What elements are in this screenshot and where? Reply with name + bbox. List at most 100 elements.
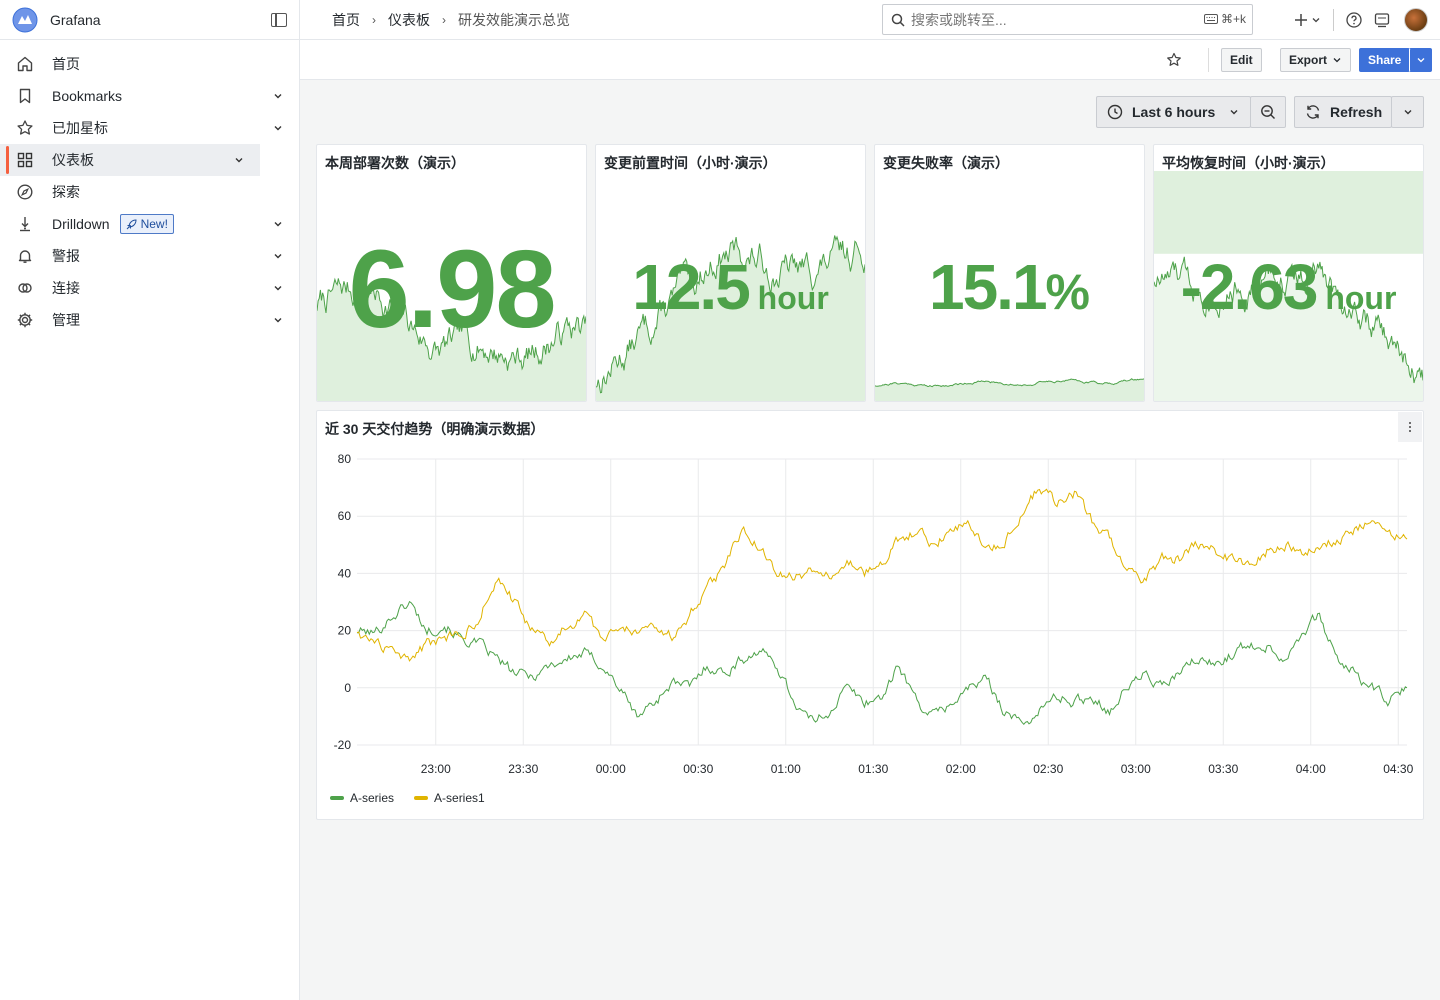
- question-circle-icon: [1346, 12, 1362, 28]
- stat-number: 12.5: [632, 251, 751, 323]
- x-tick-label: 04:00: [1296, 762, 1326, 776]
- legend-swatch: [414, 796, 429, 800]
- sparkline-area: [875, 378, 1144, 401]
- stat-panel[interactable]: 变更失败率（演示） 15.1%: [874, 144, 1145, 402]
- y-tick-label: 80: [338, 452, 352, 466]
- apps-icon: [16, 151, 34, 169]
- sync-icon: [1306, 105, 1320, 119]
- share-button[interactable]: Share: [1359, 48, 1411, 72]
- stat-value: 15.1%: [875, 255, 1144, 324]
- timeseries-panel[interactable]: 近 30 天交付趋势（明确演示数据） -20 0 20 40 60 80 23:00 23:3…: [316, 410, 1424, 820]
- panel-menu-icon[interactable]: [1398, 412, 1422, 442]
- panel-title: 近 30 天交付趋势（明确演示数据）: [325, 421, 545, 437]
- export-button[interactable]: Export: [1280, 48, 1352, 72]
- chevron-down-icon[interactable]: [273, 123, 283, 133]
- sidebar-item-cog[interactable]: 管理: [0, 304, 299, 336]
- user-avatar[interactable]: [1404, 8, 1428, 32]
- panel-title: 本周部署次数（演示）: [325, 155, 465, 171]
- chevron-down-icon: [1417, 58, 1424, 63]
- stat-panel[interactable]: 本周部署次数（演示） 6.98: [316, 144, 587, 402]
- x-tick-label: 23:30: [508, 762, 538, 776]
- clock-icon: [1107, 104, 1123, 120]
- sidebar-item-apps[interactable]: 仪表板: [0, 144, 260, 176]
- x-tick-label: 01:30: [858, 762, 888, 776]
- sidebar-item-bell[interactable]: 警报: [0, 240, 299, 272]
- breadcrumb: 首页 › 仪表板 › 研发效能演示总览: [300, 10, 570, 30]
- sidebar-item-compass[interactable]: 探索: [0, 176, 299, 208]
- sidebar-item-label: 警报: [52, 248, 80, 264]
- sidebar-item-label: Drilldown: [52, 216, 110, 232]
- x-tick-label: 02:00: [946, 762, 976, 776]
- zoom-out-button[interactable]: [1250, 96, 1286, 128]
- x-tick-label: 00:30: [683, 762, 713, 776]
- stat-unit: hour: [748, 280, 829, 316]
- sidebar-item-label: 管理: [52, 312, 80, 328]
- compass-icon: [16, 183, 34, 201]
- chevron-down-icon[interactable]: [273, 315, 283, 325]
- home-icon: [16, 55, 34, 73]
- sidebar-nav: 首页 Bookmarks 已加星标 仪表板探索 Drilldown New! 警报连接管理: [0, 40, 299, 336]
- chevron-down-icon[interactable]: [234, 155, 244, 165]
- sidebar-item-drilldown[interactable]: Drilldown New!: [0, 208, 299, 240]
- x-tick-label: 03:30: [1208, 762, 1238, 776]
- share-dropdown-button[interactable]: [1409, 48, 1432, 72]
- refresh-label: Refresh: [1330, 104, 1383, 120]
- stat-panel[interactable]: 平均恢复时间（小时·演示） -2.63 hour: [1153, 144, 1424, 402]
- plus-icon: [1295, 14, 1307, 26]
- legend-item[interactable]: A-series1: [414, 791, 485, 805]
- bell-icon: [16, 247, 34, 265]
- refresh-interval-button[interactable]: [1391, 96, 1424, 128]
- y-tick-label: 60: [338, 509, 352, 523]
- sidebar-item-link[interactable]: 连接: [0, 272, 299, 304]
- star-icon: [1167, 52, 1181, 66]
- star-button[interactable]: [1166, 52, 1182, 71]
- topbar-actions: [1288, 0, 1440, 40]
- legend-label: A-series: [350, 791, 395, 805]
- panel-title: 平均恢复时间（小时·演示）: [1162, 155, 1335, 171]
- sidebar-item-star[interactable]: 已加星标: [0, 112, 299, 144]
- time-range-label: Last 6 hours: [1132, 104, 1216, 120]
- chevron-down-icon[interactable]: [273, 91, 283, 101]
- breadcrumb-home[interactable]: 首页: [332, 10, 360, 30]
- time-range-picker[interactable]: Last 6 hours: [1096, 96, 1251, 128]
- chevron-down-icon[interactable]: [273, 283, 283, 293]
- sidebar-item-label: 探索: [52, 184, 80, 200]
- dock-menu-icon[interactable]: [271, 12, 287, 27]
- news-button[interactable]: [1368, 6, 1396, 34]
- chevron-down-icon[interactable]: [273, 251, 283, 261]
- stat-number: 15.1: [928, 251, 1048, 323]
- timeseries-chart[interactable]: -20 0 20 40 60 80 23:00 23:30 00:00 00:30 01:00 01:…: [317, 441, 1424, 811]
- stat-number: -2.63: [1180, 251, 1319, 323]
- sparkline-threshold-fill: [1154, 171, 1423, 254]
- legend-item[interactable]: A-series: [330, 791, 394, 805]
- chevron-right-icon: ›: [372, 12, 376, 27]
- sidebar-item-home[interactable]: 首页: [0, 48, 299, 80]
- new-button[interactable]: [1288, 6, 1327, 34]
- rocket-icon: [126, 218, 137, 229]
- y-tick-label: 20: [338, 624, 352, 638]
- stat-unit: %: [1045, 264, 1091, 320]
- search-input[interactable]: 搜索或跳转至... ⌘+k: [882, 4, 1253, 35]
- help-button[interactable]: [1340, 6, 1368, 34]
- chevron-down-icon[interactable]: [273, 219, 283, 229]
- x-tick-label: 23:00: [421, 762, 451, 776]
- bookmark-icon: [16, 87, 34, 105]
- divider: [1208, 48, 1209, 72]
- chevron-down-icon: [1230, 110, 1238, 115]
- sidebar-item-label: 连接: [52, 280, 80, 296]
- grafana-logo-icon[interactable]: [12, 7, 38, 33]
- chevron-right-icon: ›: [442, 12, 446, 27]
- badge-label: New!: [140, 217, 168, 231]
- breadcrumb-dashboards[interactable]: 仪表板: [388, 10, 430, 30]
- series-line-A-series1[interactable]: [356, 488, 1408, 662]
- stat-panel[interactable]: 变更前置时间（小时·演示） 12.5 hour: [595, 144, 866, 402]
- refresh-button[interactable]: Refresh: [1294, 96, 1392, 128]
- series-line-A-series[interactable]: [357, 600, 1408, 726]
- x-tick-label: 03:00: [1121, 762, 1151, 776]
- panel-title: 变更前置时间（小时·演示）: [604, 155, 777, 171]
- sidebar: Grafana 首页 Bookmarks 已加星标 仪表板 探索 Drilldown New…: [0, 0, 300, 1000]
- sidebar-item-label: Bookmarks: [52, 88, 123, 104]
- x-tick-label: 04:30: [1383, 762, 1413, 776]
- sidebar-item-bookmark[interactable]: Bookmarks: [0, 80, 299, 112]
- edit-button[interactable]: Edit: [1221, 48, 1262, 72]
